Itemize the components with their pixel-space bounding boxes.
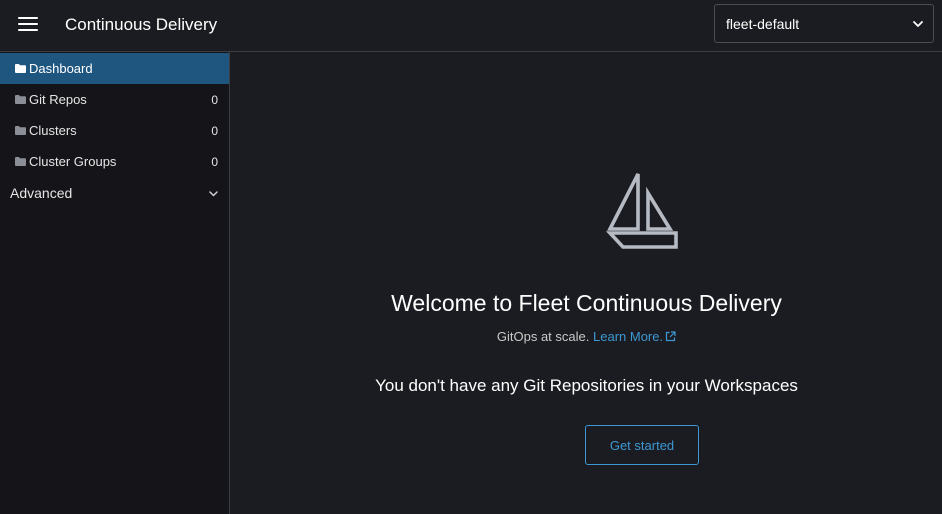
sidebar-item-label: Clusters bbox=[29, 123, 77, 138]
app-title: Continuous Delivery bbox=[65, 15, 218, 34]
folder-icon bbox=[15, 157, 26, 166]
tagline-text: GitOps at scale. bbox=[496, 329, 590, 344]
folder-icon bbox=[15, 95, 26, 104]
sidebar-group-label: Advanced bbox=[10, 185, 73, 201]
sidebar-group-advanced[interactable]: Advanced bbox=[0, 177, 229, 209]
folder-icon bbox=[15, 64, 26, 73]
chevron-down-icon bbox=[209, 191, 218, 197]
learn-more-label: Learn More. bbox=[593, 329, 664, 344]
folder-icon bbox=[15, 126, 26, 135]
sidebar-item-clusters[interactable]: Clusters 0 bbox=[0, 115, 229, 146]
top-header: Continuous Delivery fleet-default bbox=[0, 0, 942, 52]
sidebar: Dashboard Git Repos 0 Clusters 0 Cluster… bbox=[0, 52, 230, 514]
welcome-title: Welcome to Fleet Continuous Delivery bbox=[391, 290, 782, 316]
empty-state-message: You don't have any Git Repositories in y… bbox=[375, 376, 798, 395]
sidebar-item-label: Dashboard bbox=[29, 61, 93, 76]
chevron-down-icon bbox=[913, 21, 923, 27]
sidebar-item-dashboard[interactable]: Dashboard bbox=[0, 53, 229, 84]
workspace-select[interactable]: fleet-default bbox=[714, 4, 934, 43]
sidebar-item-label: Git Repos bbox=[29, 92, 87, 107]
hamburger-menu-icon[interactable] bbox=[18, 16, 38, 32]
sidebar-item-count: 0 bbox=[211, 155, 218, 169]
sailboat-icon bbox=[605, 173, 678, 249]
get-started-button[interactable]: Get started bbox=[585, 425, 699, 465]
workspace-select-value: fleet-default bbox=[726, 16, 800, 32]
sidebar-item-cluster-groups[interactable]: Cluster Groups 0 bbox=[0, 146, 229, 177]
sidebar-item-git-repos[interactable]: Git Repos 0 bbox=[0, 84, 229, 115]
main-content: Welcome to Fleet Continuous Delivery Git… bbox=[231, 52, 942, 514]
sidebar-item-count: 0 bbox=[211, 93, 218, 107]
sidebar-item-count: 0 bbox=[211, 124, 218, 138]
external-link-icon bbox=[665, 331, 676, 342]
tagline-line: GitOps at scale. Learn More. bbox=[231, 329, 942, 344]
learn-more-link[interactable]: Learn More. bbox=[593, 329, 676, 344]
sidebar-item-label: Cluster Groups bbox=[29, 154, 117, 169]
